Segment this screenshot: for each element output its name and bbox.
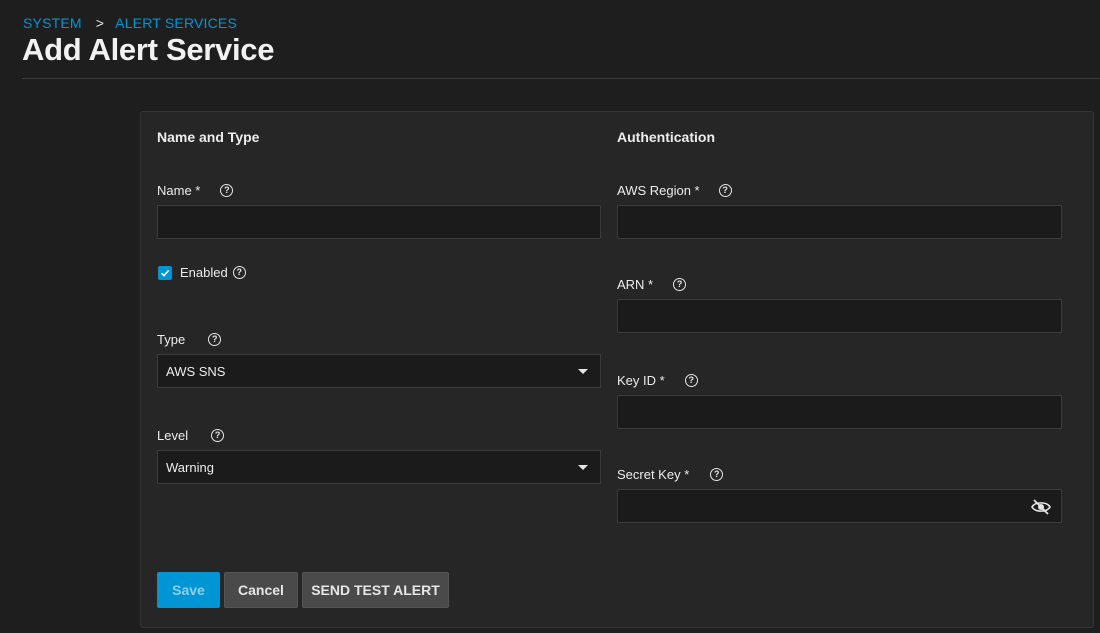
section-title-authentication: Authentication: [617, 129, 715, 145]
arn-help-icon[interactable]: ?: [673, 278, 687, 291]
secret-key-input[interactable]: [617, 489, 1062, 523]
aws-region-label: AWS Region * ?: [617, 183, 732, 198]
breadcrumb-separator: >: [95, 15, 105, 31]
secret-key-label-text: Secret Key *: [617, 467, 690, 482]
secret-key-label: Secret Key * ?: [617, 467, 724, 482]
arn-label: ARN * ?: [617, 277, 687, 292]
type-help-icon[interactable]: ?: [208, 333, 222, 346]
chevron-down-icon: [578, 369, 588, 374]
level-select[interactable]: Warning: [157, 450, 601, 484]
level-selected-value: Warning: [166, 459, 214, 475]
name-help-icon[interactable]: ?: [220, 184, 234, 197]
header-divider: [22, 78, 1100, 79]
chevron-down-icon: [578, 465, 588, 470]
name-label: Name * ?: [157, 183, 234, 198]
key-id-label-text: Key ID *: [617, 373, 665, 388]
breadcrumb: SYSTEM > ALERT SERVICES: [23, 15, 237, 31]
name-label-text: Name *: [157, 183, 201, 198]
name-input[interactable]: [157, 205, 601, 239]
enabled-label-text: Enabled: [180, 265, 228, 280]
page-title: Add Alert Service: [22, 32, 275, 67]
enabled-label: Enabled ?: [180, 265, 246, 280]
breadcrumb-alert-services-link[interactable]: ALERT SERVICES: [115, 15, 237, 31]
eye-off-icon[interactable]: [1030, 498, 1052, 516]
aws-region-help-icon[interactable]: ?: [718, 184, 732, 197]
secret-key-help-icon[interactable]: ?: [710, 468, 724, 481]
arn-label-text: ARN *: [617, 277, 654, 292]
level-help-icon[interactable]: ?: [211, 429, 225, 442]
arn-input[interactable]: [617, 299, 1062, 333]
level-label-text: Level: [157, 428, 189, 443]
level-label: Level ?: [157, 428, 225, 443]
type-label: Type ?: [157, 332, 222, 347]
aws-region-input[interactable]: [617, 205, 1062, 239]
cancel-button[interactable]: Cancel: [224, 572, 298, 608]
save-button[interactable]: Save: [157, 572, 220, 608]
key-id-help-icon[interactable]: ?: [684, 374, 698, 387]
enabled-checkbox[interactable]: [158, 266, 172, 280]
breadcrumb-system-link[interactable]: SYSTEM: [23, 15, 82, 31]
type-selected-value: AWS SNS: [166, 363, 226, 379]
type-select[interactable]: AWS SNS: [157, 354, 601, 388]
alert-service-form: Name and Type Name * ? Enabled ? Type ? …: [140, 111, 1094, 628]
type-label-text: Type: [157, 332, 186, 347]
section-title-name-and-type: Name and Type: [157, 129, 260, 145]
key-id-input[interactable]: [617, 395, 1062, 429]
enabled-help-icon[interactable]: ?: [232, 266, 246, 279]
key-id-label: Key ID * ?: [617, 373, 698, 388]
aws-region-label-text: AWS Region *: [617, 183, 700, 198]
checkmark-icon: [160, 269, 170, 277]
send-test-alert-button[interactable]: SEND TEST ALERT: [302, 572, 449, 608]
